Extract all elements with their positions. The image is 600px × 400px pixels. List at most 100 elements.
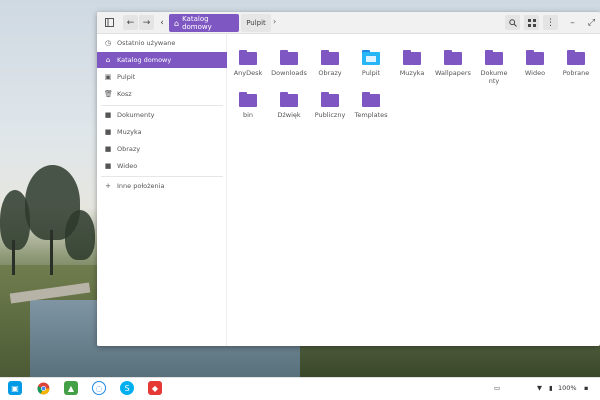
gallery-icon[interactable]: ▲ [64, 381, 78, 395]
home-icon: ⌂ [105, 56, 111, 64]
folder-icon [280, 92, 298, 107]
sidebar-item-documents[interactable]: ■ Dokumenty [97, 107, 227, 123]
sidebar-item-videos[interactable]: ■ Wideo [97, 158, 227, 174]
folder-label: Pulpit [361, 69, 381, 77]
sidebar-item-desktop[interactable]: ▣ Pulpit [97, 69, 227, 85]
folder-item[interactable]: Dokumenty [473, 50, 515, 85]
folder-item[interactable]: Publiczny [309, 92, 351, 119]
taskbar: ▣ ▲ ◌ S ◆ ▭ ▼ ▮ 100% ▪ [0, 377, 600, 400]
folder-label: Wideo [524, 69, 546, 77]
folder-icon: ■ [104, 111, 112, 119]
sidebar-item-recent[interactable]: ◷ Ostatnio używane [97, 35, 227, 51]
minimize-button[interactable]: – [565, 15, 580, 30]
desktop-folder-icon [362, 50, 380, 65]
breadcrumb-pulpit-label: Pulpit [246, 19, 266, 27]
wifi-icon[interactable]: ▼ [537, 384, 542, 392]
plus-icon: + [105, 182, 111, 190]
messages-icon[interactable]: ◌ [92, 381, 106, 395]
sidebar-item-label: Wideo [117, 162, 138, 170]
folder-icon [403, 50, 421, 65]
breadcrumb-left-arrow-icon[interactable]: ‹ [157, 15, 167, 30]
folder-icon [280, 50, 298, 65]
skype-icon[interactable]: S [120, 381, 134, 395]
folder-item[interactable]: Wideo [514, 50, 556, 77]
home-icon: ⌂ [174, 18, 180, 28]
folder-icon [444, 50, 462, 65]
chrome-icon[interactable] [36, 381, 50, 395]
folder-label: Dokumenty [480, 69, 508, 85]
folder-label: AnyDesk [233, 69, 263, 77]
menu-button[interactable]: ⋮ [543, 15, 558, 30]
file-manager-window: ← → ‹ ⌂ Katalog domowy Pulpit › ⋮ – ⤢ ◷ … [97, 12, 600, 346]
folder-item[interactable]: Dźwięk [268, 92, 310, 119]
folder-icon [239, 92, 257, 107]
wallpaper-tree [0, 190, 30, 250]
folder-item[interactable]: Obrazy [309, 50, 351, 77]
sidebar-item-label: Dokumenty [117, 111, 155, 119]
folder-label: Obrazy [318, 69, 342, 77]
folder-icon: ■ [104, 145, 112, 153]
folder-item[interactable]: Pulpit [350, 50, 392, 77]
folder-label: Wallpapers [435, 69, 471, 77]
sidebar-item-label: Ostatnio używane [117, 39, 176, 47]
breadcrumb-home-label: Katalog domowy [182, 15, 212, 31]
sidebar-item-music[interactable]: ■ Muzyka [97, 124, 227, 140]
folder-icon: ■ [104, 162, 112, 170]
sidebar-toggle-icon[interactable] [102, 15, 117, 30]
breadcrumb-pulpit[interactable]: Pulpit [241, 14, 271, 32]
folder-icon [567, 50, 585, 65]
sidebar-divider [101, 176, 223, 177]
files-app-icon[interactable]: ▣ [8, 381, 22, 395]
sidebar-item-label: Muzyka [117, 128, 142, 136]
folder-item[interactable]: Templates [350, 92, 392, 119]
sidebar-divider [101, 105, 223, 106]
folder-label: Muzyka [399, 69, 425, 77]
folder-icon [239, 50, 257, 65]
folder-icon [526, 50, 544, 65]
folder-icon [321, 92, 339, 107]
wallpaper-tree-trunk [50, 230, 53, 275]
folder-item[interactable]: AnyDesk [227, 50, 269, 77]
sidebar-item-home[interactable]: ⌂ Katalog domowy [97, 52, 227, 68]
screen-icon[interactable]: ▭ [494, 384, 500, 392]
maximize-button[interactable]: ⤢ [584, 15, 599, 30]
sidebar-item-label: Katalog domowy [117, 56, 172, 64]
folder-label: bin [242, 111, 254, 119]
folder-item[interactable]: Downloads [268, 50, 310, 77]
search-button[interactable] [505, 15, 520, 30]
sidebar-item-trash[interactable]: 🗑 Kosz [97, 86, 227, 102]
desktop-icon: ▣ [104, 73, 112, 81]
forward-button[interactable]: → [139, 15, 154, 30]
folder-label: Templates [354, 111, 388, 119]
sidebar-item-label: Pulpit [117, 73, 136, 81]
folder-label: Publiczny [314, 111, 346, 119]
folder-item[interactable]: Pobrane [555, 50, 597, 77]
folder-label: Dźwięk [277, 111, 301, 119]
trash-icon: 🗑 [104, 90, 113, 98]
folder-icon [485, 50, 503, 65]
battery-percentage: 100% [558, 384, 577, 392]
sidebar-item-other-locations[interactable]: + Inne położenia [97, 178, 227, 194]
sidebar-item-pictures[interactable]: ■ Obrazy [97, 141, 227, 157]
folder-label: Pobrane [562, 69, 590, 77]
folder-icon [362, 92, 380, 107]
breadcrumb-right-arrow-icon[interactable]: › [273, 17, 276, 26]
folder-label: Downloads [271, 69, 307, 77]
folder-icon: ■ [104, 128, 112, 136]
anydesk-icon[interactable]: ◆ [148, 381, 162, 395]
folder-icon [321, 50, 339, 65]
battery-icon: ▮ [549, 384, 553, 392]
toolbar: ← → ‹ ⌂ Katalog domowy Pulpit › ⋮ – ⤢ [97, 12, 600, 34]
sidebar: ◷ Ostatnio używane ⌂ Katalog domowy ▣ Pu… [97, 34, 227, 346]
folder-item[interactable]: bin [227, 92, 269, 119]
folder-item[interactable]: Muzyka [391, 50, 433, 77]
system-menu-icon[interactable]: ▪ [584, 384, 588, 392]
sidebar-item-label: Inne położenia [117, 182, 165, 190]
view-options-button[interactable] [524, 15, 539, 30]
back-button[interactable]: ← [123, 15, 138, 30]
grid-view-icon [527, 18, 536, 27]
search-icon [508, 18, 517, 27]
folder-item[interactable]: Wallpapers [432, 50, 474, 77]
breadcrumb-home[interactable]: ⌂ Katalog domowy [169, 14, 239, 32]
clock-icon: ◷ [104, 39, 112, 47]
